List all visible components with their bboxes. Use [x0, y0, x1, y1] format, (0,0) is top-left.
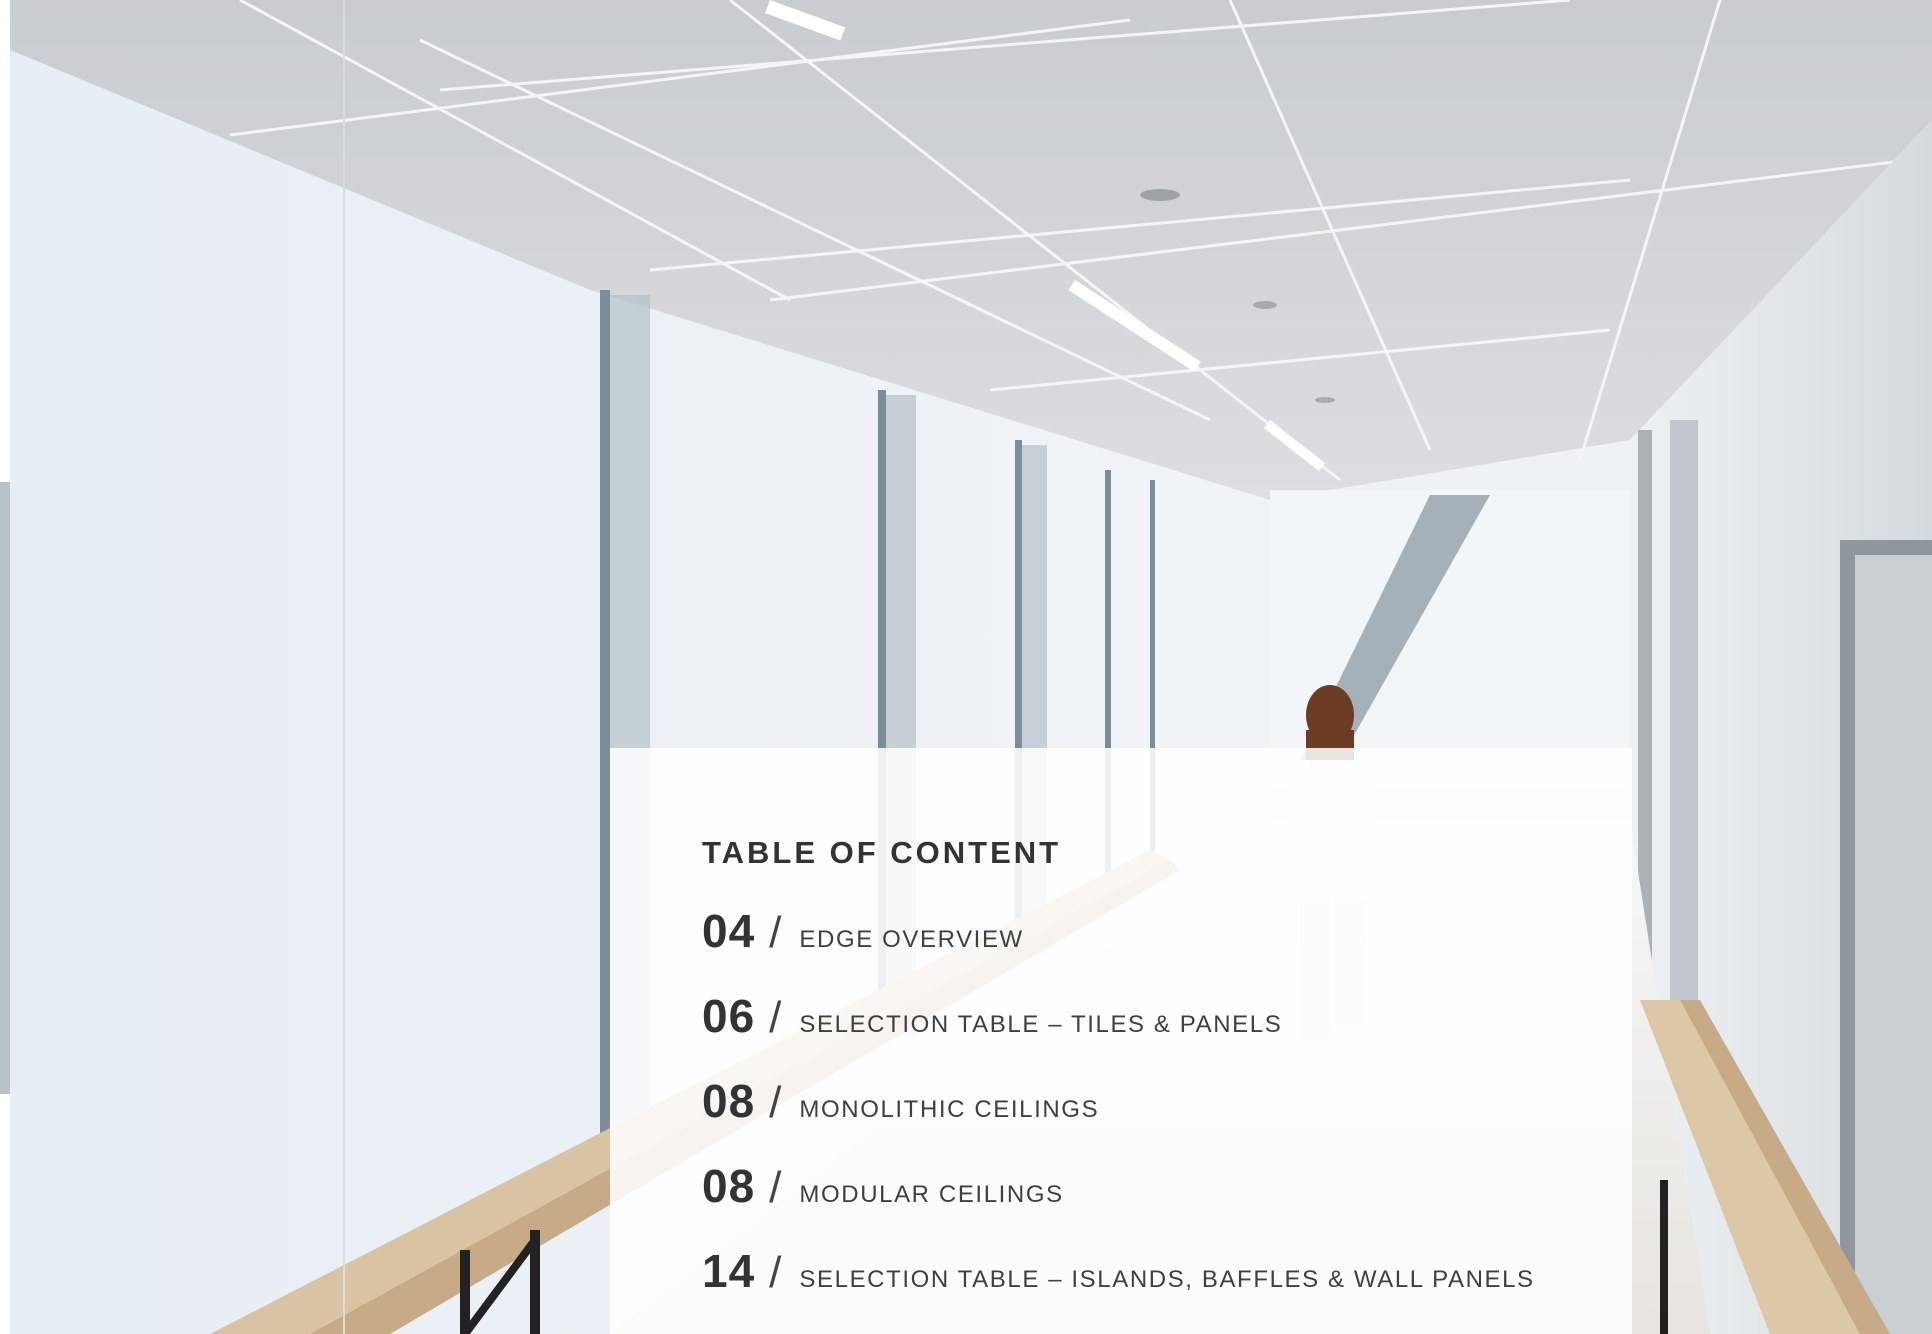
toc-page-number: 08	[702, 1160, 756, 1212]
toc-item[interactable]: 14 / SELECTION TABLE – ISLANDS, BAFFLES …	[702, 1244, 1632, 1329]
toc-separator: /	[769, 993, 782, 1042]
toc-item[interactable]: 04 / EDGE OVERVIEW	[702, 904, 1632, 989]
toc-entry-label: MODULAR CEILINGS	[799, 1181, 1064, 1208]
toc-separator: /	[769, 908, 782, 957]
toc-list: 04 / EDGE OVERVIEW 06 / SELECTION TABLE …	[702, 904, 1632, 1329]
toc-separator: /	[769, 1078, 782, 1127]
page-fold-line	[343, 0, 345, 1334]
toc-entry-label: EDGE OVERVIEW	[799, 926, 1024, 953]
toc-page-number: 04	[702, 905, 756, 957]
toc-item[interactable]: 08 / MODULAR CEILINGS	[702, 1159, 1632, 1244]
toc-entry-label: MONOLITHIC CEILINGS	[799, 1096, 1100, 1123]
table-of-content-panel: TABLE OF CONTENT 04 / EDGE OVERVIEW 06 /…	[610, 748, 1632, 1334]
toc-title: TABLE OF CONTENT	[702, 835, 1062, 870]
toc-entry-label: SELECTION TABLE – TILES & PANELS	[799, 1011, 1283, 1038]
side-accent-strip	[0, 482, 10, 1094]
toc-page-number: 14	[702, 1245, 756, 1297]
toc-item[interactable]: 06 / SELECTION TABLE – TILES & PANELS	[702, 989, 1632, 1074]
toc-item[interactable]: 08 / MONOLITHIC CEILINGS	[702, 1074, 1632, 1159]
toc-entry-label: SELECTION TABLE – ISLANDS, BAFFLES & WAL…	[799, 1266, 1535, 1293]
toc-page-number: 08	[702, 1075, 756, 1127]
toc-page-number: 06	[702, 990, 756, 1042]
toc-separator: /	[769, 1248, 782, 1297]
toc-separator: /	[769, 1163, 782, 1212]
